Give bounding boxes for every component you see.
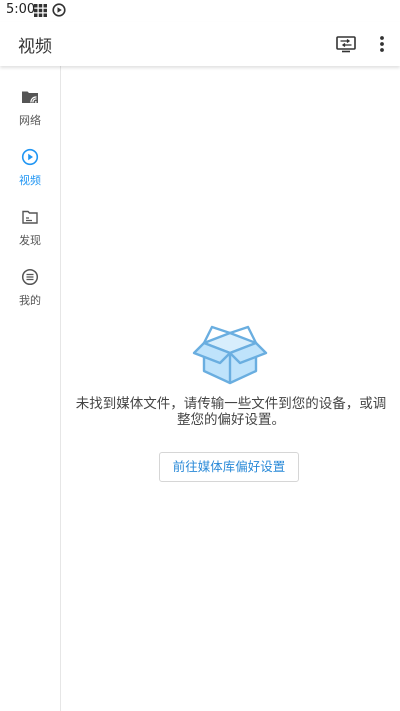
screen: 5:00 视频 网络 视频 发现 我的 未找到媒体文件，请传输一些文件到您的设备… <box>0 0 400 711</box>
status-bar: 5:00 <box>0 0 400 22</box>
cast-icon[interactable] <box>334 32 358 56</box>
app-bar: 视频 <box>0 22 400 66</box>
sidebar-item-discover[interactable]: 发现 <box>0 206 60 258</box>
sidebar-item-label: 视频 <box>19 174 41 187</box>
sidebar: 网络 视频 发现 我的 <box>0 66 61 711</box>
play-circle-icon <box>52 3 66 17</box>
grid-icon <box>34 4 47 17</box>
more-vert-icon[interactable] <box>370 32 394 56</box>
sidebar-item-label: 发现 <box>19 234 41 247</box>
sidebar-item-mine[interactable]: 我的 <box>0 266 60 318</box>
empty-state-message: 未找到媒体文件，请传输一些文件到您的设备，或调整您的偏好设置。 <box>75 396 387 428</box>
sidebar-item-network[interactable]: 网络 <box>0 86 60 138</box>
discover-folder-icon <box>22 210 38 224</box>
play-circle-icon <box>21 148 39 166</box>
main-content: 未找到媒体文件，请传输一些文件到您的设备，或调整您的偏好设置。 前往媒体库偏好设… <box>61 66 400 711</box>
sidebar-item-video[interactable]: 视频 <box>0 146 60 198</box>
status-time: 5:00 <box>6 2 36 17</box>
menu-circle-icon <box>21 268 39 286</box>
page-title: 视频 <box>18 37 52 57</box>
folder-network-icon <box>22 91 38 103</box>
media-library-settings-button[interactable]: 前往媒体库偏好设置 <box>159 452 299 482</box>
sidebar-item-label: 我的 <box>19 294 41 307</box>
open-box-icon <box>192 325 268 385</box>
sidebar-item-label: 网络 <box>19 114 41 127</box>
